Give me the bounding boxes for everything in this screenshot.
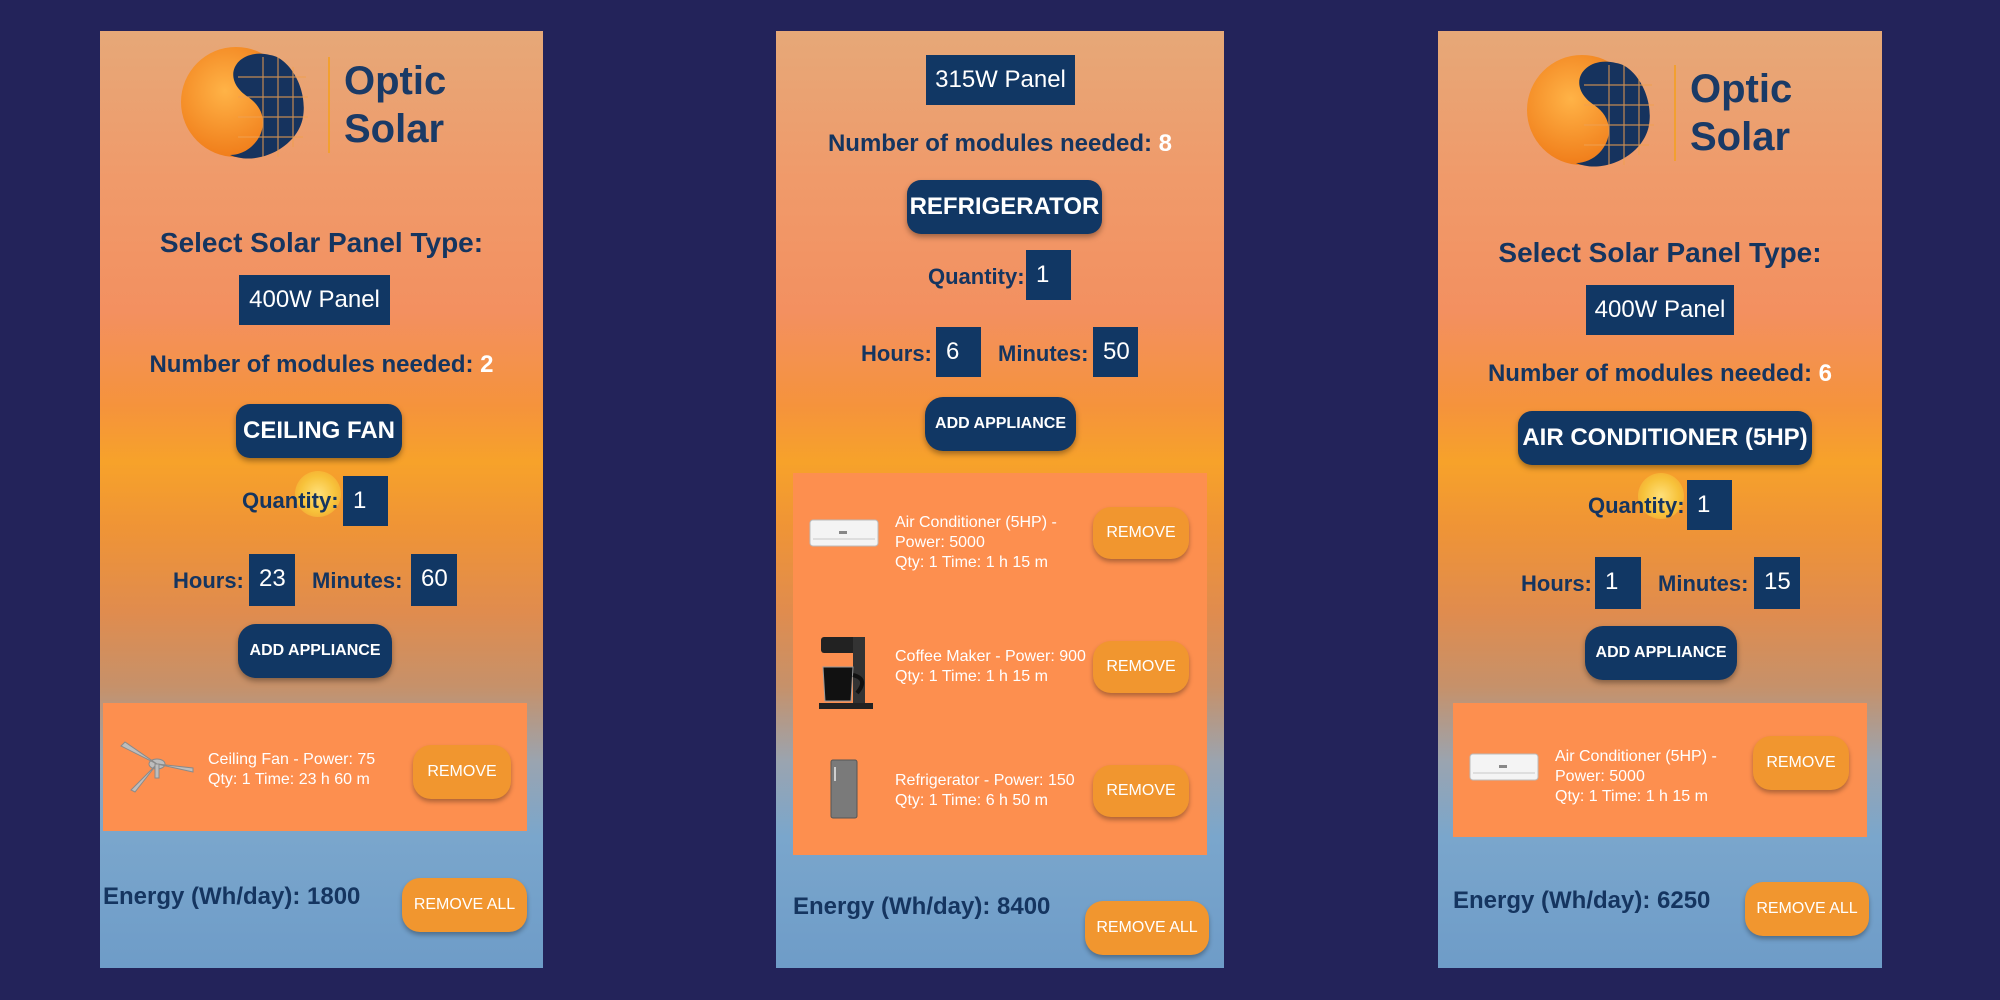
panel-type-select[interactable]: 315W Panel <box>926 55 1075 105</box>
add-appliance-button[interactable]: ADD APPLIANCE <box>1585 626 1737 680</box>
minutes-input[interactable]: 15 <box>1754 557 1800 609</box>
item-details: Coffee Maker - Power: 900 Qty: 1 Time: 1… <box>895 647 1086 687</box>
energy-total: Energy (Wh/day): 8400 <box>793 893 1051 920</box>
ceiling-fan-icon <box>120 741 194 793</box>
item-name-power: Air Conditioner (5HP) - <box>895 514 1057 531</box>
logo-line-1: Optic <box>344 58 447 103</box>
minutes-label: Minutes: <box>1658 571 1749 596</box>
item-details: Refrigerator - Power: 150 Qty: 1 Time: 6… <box>895 771 1075 811</box>
modules-label: Number of modules needed: <box>827 130 1152 157</box>
phone-screen-3: Optic Solar Select Solar Panel Type: 400… <box>1438 31 1882 968</box>
solar-s-logo-icon <box>1527 55 1654 167</box>
air-conditioner-icon <box>1469 753 1539 781</box>
add-appliance-button[interactable]: ADD APPLIANCE <box>238 624 392 678</box>
appliance-list: Air Conditioner (5HP) - Power: 5000 Qty:… <box>793 473 1207 855</box>
item-qty-time: Qty: 1 Time: 6 h 50 m <box>895 792 1048 809</box>
item-qty-time: Qty: 1 Time: 1 h 15 m <box>895 668 1048 685</box>
panel-type-heading: Select Solar Panel Type: <box>159 227 484 258</box>
quantity-input[interactable]: 1 <box>1687 480 1732 530</box>
list-item: Refrigerator - Power: 150 Qty: 1 Time: 6… <box>793 749 1207 839</box>
list-item: Coffee Maker - Power: 900 Qty: 1 Time: 1… <box>793 625 1207 715</box>
phone-screen-1: Optic Solar Select Solar Panel Type: 400… <box>100 31 543 968</box>
item-power: Power: 5000 <box>895 534 985 551</box>
item-name-power: Refrigerator - Power: 150 <box>895 772 1075 789</box>
item-name-power: Ceiling Fan - Power: 75 <box>208 751 376 768</box>
appliance-select-button[interactable]: REFRIGERATOR <box>907 180 1102 234</box>
remove-button[interactable]: REMOVE <box>413 745 511 799</box>
refrigerator-icon <box>830 759 858 819</box>
minutes-input[interactable]: 50 <box>1093 327 1138 377</box>
remove-button[interactable]: REMOVE <box>1093 765 1189 817</box>
remove-button[interactable]: REMOVE <box>1093 641 1189 693</box>
appliance-list: Air Conditioner (5HP) - Power: 5000 Qty:… <box>1453 703 1867 837</box>
logo-line-2: Solar <box>1690 114 1791 159</box>
quantity-input[interactable]: 1 <box>343 476 388 526</box>
list-item: Air Conditioner (5HP) - Power: 5000 Qty:… <box>793 491 1207 581</box>
minutes-input[interactable]: 60 <box>411 554 457 606</box>
logo-text: Optic Solar <box>1674 64 1793 161</box>
hours-label: Hours: <box>1521 571 1592 596</box>
modules-needed: Number of modules needed: 2 <box>100 351 543 379</box>
list-item: Ceiling Fan - Power: 75 Qty: 1 Time: 23 … <box>103 722 527 812</box>
remove-button[interactable]: REMOVE <box>1753 736 1849 790</box>
minutes-label: Minutes: <box>312 568 403 593</box>
quantity-input[interactable]: 1 <box>1026 250 1071 300</box>
energy-total: Energy (Wh/day): 1800 <box>103 883 361 910</box>
modules-value: 8 <box>1158 130 1173 157</box>
optic-solar-logo: Optic Solar <box>1524 45 1792 180</box>
modules-label: Number of modules needed: <box>1487 360 1812 387</box>
hours-input[interactable]: 1 <box>1595 557 1641 609</box>
remove-all-button[interactable]: REMOVE ALL <box>1085 901 1209 955</box>
modules-needed: Number of modules needed: 8 <box>776 130 1224 158</box>
modules-label: Number of modules needed: <box>149 351 474 378</box>
modules-needed: Number of modules needed: 6 <box>1438 360 1882 388</box>
hours-input[interactable]: 6 <box>936 327 981 377</box>
quantity-label: Quantity: <box>1588 493 1685 518</box>
coffee-maker-icon <box>819 637 873 709</box>
optic-solar-logo: Optic Solar <box>178 37 446 172</box>
hours-label: Hours: <box>173 568 244 593</box>
remove-all-button[interactable]: REMOVE ALL <box>402 878 527 932</box>
panel-type-heading: Select Solar Panel Type: <box>1498 237 1822 268</box>
item-details: Air Conditioner (5HP) - Power: 5000 Qty:… <box>1555 747 1717 807</box>
panel-type-select[interactable]: 400W Panel <box>1586 285 1734 335</box>
item-power: Power: 5000 <box>1555 768 1645 785</box>
energy-total: Energy (Wh/day): 6250 <box>1453 887 1711 914</box>
solar-s-logo-icon <box>181 47 308 159</box>
phone-screen-2: 315W Panel Number of modules needed: 8 R… <box>776 31 1224 968</box>
item-name-power: Air Conditioner (5HP) - <box>1555 748 1717 765</box>
list-item: Air Conditioner (5HP) - Power: 5000 Qty:… <box>1453 725 1867 815</box>
logo-line-1: Optic <box>1690 66 1793 111</box>
item-qty-time: Qty: 1 Time: 1 h 15 m <box>895 554 1048 571</box>
remove-all-button[interactable]: REMOVE ALL <box>1745 882 1869 936</box>
modules-value: 6 <box>1818 360 1833 387</box>
quantity-label: Quantity: <box>242 488 339 513</box>
logo-text: Optic Solar <box>328 56 447 153</box>
panel-type-select[interactable]: 400W Panel <box>239 275 390 325</box>
item-details: Ceiling Fan - Power: 75 Qty: 1 Time: 23 … <box>208 750 375 790</box>
item-qty-time: Qty: 1 Time: 23 h 60 m <box>208 771 370 788</box>
item-details: Air Conditioner (5HP) - Power: 5000 Qty:… <box>895 513 1057 573</box>
hours-input[interactable]: 23 <box>249 554 295 606</box>
appliance-select-button[interactable]: AIR CONDITIONER (5HP) <box>1518 411 1812 465</box>
hours-label: Hours: <box>861 341 932 366</box>
air-conditioner-icon <box>809 519 879 547</box>
minutes-label: Minutes: <box>998 341 1089 366</box>
remove-button[interactable]: REMOVE <box>1093 507 1189 559</box>
appliance-list: Ceiling Fan - Power: 75 Qty: 1 Time: 23 … <box>103 703 527 831</box>
add-appliance-button[interactable]: ADD APPLIANCE <box>925 397 1076 451</box>
item-qty-time: Qty: 1 Time: 1 h 15 m <box>1555 788 1708 805</box>
logo-line-2: Solar <box>344 106 445 151</box>
item-name-power: Coffee Maker - Power: 900 <box>895 648 1086 665</box>
appliance-select-button[interactable]: CEILING FAN <box>236 404 402 458</box>
quantity-label: Quantity: <box>928 264 1025 289</box>
modules-value: 2 <box>480 351 494 378</box>
